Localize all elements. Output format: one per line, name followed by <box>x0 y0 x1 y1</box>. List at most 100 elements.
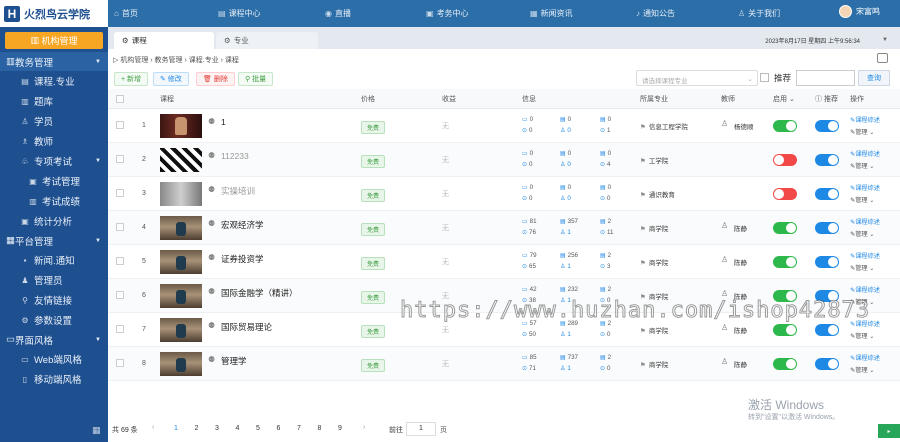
sidebar-group[interactable]: ▥ 教务管理 ▼ <box>0 52 108 71</box>
sidebar-item[interactable]: ▥ 题库 <box>0 91 108 111</box>
page-number[interactable]: 9 <box>333 425 347 432</box>
recommend-checkbox[interactable] <box>760 73 769 82</box>
sidebar-item[interactable]: ⚙ 参数设置 <box>0 310 108 330</box>
sidebar-item[interactable]: ▣ 统计分析 <box>0 211 108 231</box>
sidebar-item[interactable]: ▥ 考试成绩 <box>0 191 108 211</box>
manage-menu[interactable]: ✎管理 ⌄ <box>850 331 874 340</box>
course-name[interactable]: 112233 <box>221 151 249 161</box>
tab-major[interactable]: ⚙ 专业 <box>216 32 318 49</box>
print-icon[interactable] <box>877 53 888 63</box>
sidebar-item[interactable]: ▣ 考试管理 <box>0 171 108 191</box>
course-name[interactable]: 证券投资学 <box>221 253 264 265</box>
search-button[interactable]: 查询 <box>858 70 890 86</box>
goto-page-input[interactable]: 1 <box>406 422 436 436</box>
recommend-toggle[interactable] <box>815 358 839 370</box>
page-number[interactable]: 5 <box>251 425 265 432</box>
sidebar-group[interactable]: ▭ 界面风格 ▼ <box>0 330 108 349</box>
select-all-checkbox[interactable] <box>116 95 124 103</box>
course-outline-link[interactable]: ✎课程综述 <box>850 353 880 362</box>
batch-button[interactable]: ⚲ 批量 <box>238 72 274 86</box>
add-button[interactable]: + 新增 <box>114 72 149 86</box>
manage-menu[interactable]: ✎管理 ⌄ <box>850 263 874 272</box>
recommend-toggle[interactable] <box>815 256 839 268</box>
page-number[interactable]: 4 <box>231 425 245 432</box>
page-number[interactable]: 1 <box>169 425 183 432</box>
sidebar-item[interactable]: ♗ 教师 <box>0 131 108 151</box>
nav-item[interactable]: ▣ 考务中心 <box>426 8 469 19</box>
recommend-toggle[interactable] <box>815 324 839 336</box>
sidebar-group[interactable]: ▦ 平台管理 ▼ <box>0 231 108 250</box>
recommend-toggle[interactable] <box>815 188 839 200</box>
sidebar-item[interactable]: ▤ 课程.专业 <box>0 71 108 91</box>
grid-icon[interactable]: ▦ <box>92 425 101 436</box>
sidebar-item[interactable]: ▯ 移动端风格 <box>0 369 108 389</box>
page-number[interactable]: 7 <box>292 425 306 432</box>
keyword-input[interactable] <box>796 70 855 86</box>
nav-item[interactable]: ⌂ 首页 <box>114 8 138 19</box>
course-outline-link[interactable]: ✎课程综述 <box>850 149 880 158</box>
recommend-toggle[interactable] <box>815 120 839 132</box>
enable-toggle[interactable] <box>773 188 797 200</box>
recommend-toggle[interactable] <box>815 154 839 166</box>
course-outline-link[interactable]: ✎课程综述 <box>850 251 880 260</box>
sidebar-item[interactable]: ♟ 管理员 <box>0 270 108 290</box>
user-menu[interactable]: 宋富鸣 <box>839 5 880 18</box>
enable-toggle[interactable] <box>773 222 797 234</box>
enable-toggle[interactable] <box>773 154 797 166</box>
tabs-dropdown-icon[interactable]: ▼ <box>882 37 888 43</box>
tab-course[interactable]: ⚙ 课程 <box>114 32 214 49</box>
row-checkbox[interactable] <box>116 189 124 197</box>
row-checkbox[interactable] <box>116 155 124 163</box>
manage-menu[interactable]: ✎管理 ⌄ <box>850 127 874 136</box>
sidebar-item[interactable]: ♙ 学员 <box>0 111 108 131</box>
nav-item[interactable]: ♪ 通知公告 <box>636 8 675 19</box>
col-recommend[interactable]: ⓘ 推荐 <box>815 94 838 104</box>
nav-item[interactable]: ▤ 课程中心 <box>218 8 261 19</box>
enable-toggle[interactable] <box>773 358 797 370</box>
course-outline-link[interactable]: ✎课程综述 <box>850 183 880 192</box>
course-outline-link[interactable]: ✎课程综述 <box>850 217 880 226</box>
next-page-icon[interactable]: › <box>363 424 365 431</box>
page-number[interactable]: 8 <box>313 425 327 432</box>
course-outline-link[interactable]: ✎课程综述 <box>850 285 880 294</box>
course-name[interactable]: 国际金融学（精讲） <box>221 287 298 299</box>
row-checkbox[interactable] <box>116 223 124 231</box>
recommend-toggle[interactable] <box>815 222 839 234</box>
course-name[interactable]: 宏观经济学 <box>221 219 264 231</box>
course-name[interactable]: 实操培训 <box>221 185 255 197</box>
course-name[interactable]: 1 <box>221 117 226 127</box>
sidebar-item[interactable]: ▭ Web端风格 <box>0 349 108 369</box>
nav-item[interactable]: ▦ 新闻资讯 <box>530 8 573 19</box>
delete-button[interactable]: 🗑 删除 <box>196 72 235 86</box>
course-outline-link[interactable]: ✎课程综述 <box>850 115 880 124</box>
nav-item[interactable]: ♙ 关于我们 <box>738 8 780 19</box>
prev-page-icon[interactable]: ‹ <box>152 424 154 431</box>
row-checkbox[interactable] <box>116 257 124 265</box>
logo[interactable]: H 火烈鸟云学院 <box>0 0 108 27</box>
sidebar-item[interactable]: ⚲ 友情链接 <box>0 290 108 310</box>
row-checkbox[interactable] <box>116 291 124 299</box>
enable-toggle[interactable] <box>773 324 797 336</box>
row-checkbox[interactable] <box>116 359 124 367</box>
enable-toggle[interactable] <box>773 256 797 268</box>
row-checkbox[interactable] <box>116 325 124 333</box>
manage-menu[interactable]: ✎管理 ⌄ <box>850 161 874 170</box>
manage-menu[interactable]: ✎管理 ⌄ <box>850 195 874 204</box>
manage-menu[interactable]: ✎管理 ⌄ <box>850 229 874 238</box>
col-enable[interactable]: 启用 ⌄ <box>773 94 795 104</box>
org-manage-button[interactable]: ▥ 机构管理 <box>5 32 103 49</box>
course-name[interactable]: 管理学 <box>221 355 247 367</box>
row-checkbox[interactable] <box>116 121 124 129</box>
course-name[interactable]: 国际贸易理论 <box>221 321 272 333</box>
page-number[interactable]: 3 <box>210 425 224 432</box>
edit-button[interactable]: ✎ 修改 <box>153 72 189 86</box>
nav-item[interactable]: ◉ 直播 <box>325 8 351 19</box>
page-number[interactable]: 2 <box>190 425 204 432</box>
income-value: 无 <box>442 327 449 334</box>
sidebar-item[interactable]: ▪ 新闻.通知 <box>0 250 108 270</box>
subject-select[interactable]: 请选择课程专业 ⌄ <box>636 70 758 86</box>
page-number[interactable]: 6 <box>272 425 286 432</box>
manage-menu[interactable]: ✎管理 ⌄ <box>850 365 874 374</box>
sidebar-item[interactable]: ♧ 专项考试 ▼ <box>0 151 108 171</box>
enable-toggle[interactable] <box>773 120 797 132</box>
